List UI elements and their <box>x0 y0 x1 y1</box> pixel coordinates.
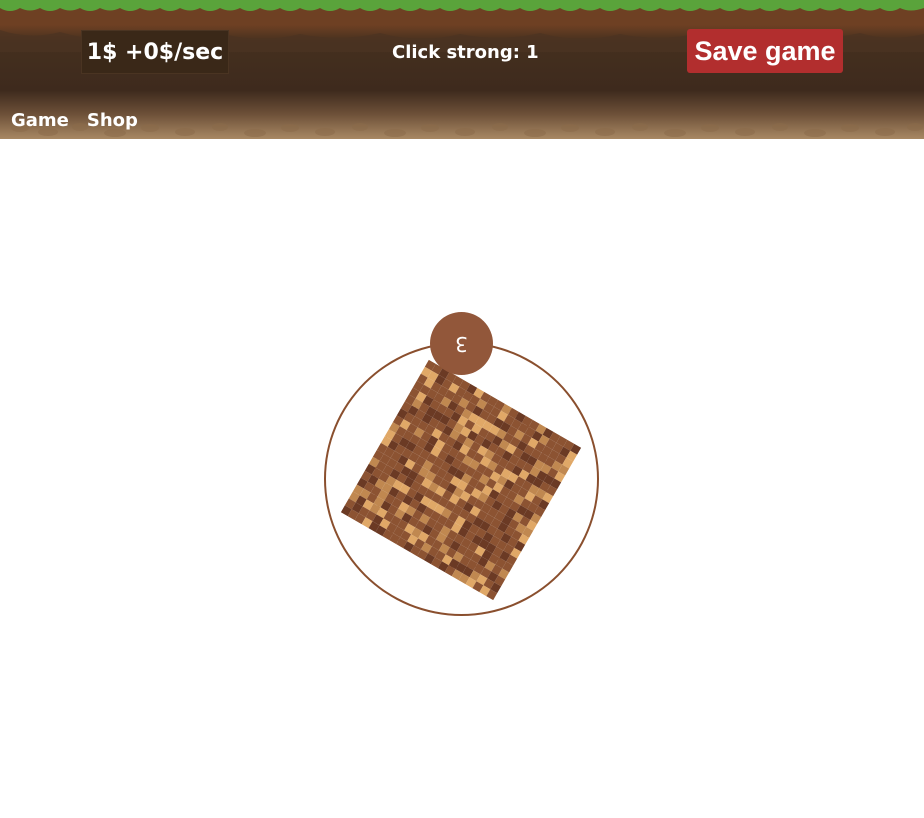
click-strength-label: Click strong: 1 <box>392 42 539 63</box>
nav-link-game[interactable]: Game <box>11 108 69 134</box>
click-counter-badge: 3 <box>430 312 493 375</box>
header-bar: 1$ +0$/sec Click strong: 1 Save game Gam… <box>0 0 924 139</box>
main-nav: Game Shop <box>11 108 138 134</box>
save-game-button[interactable]: Save game <box>687 29 843 73</box>
money-display: 1$ +0$/sec <box>81 30 229 74</box>
nav-link-shop[interactable]: Shop <box>87 108 138 134</box>
